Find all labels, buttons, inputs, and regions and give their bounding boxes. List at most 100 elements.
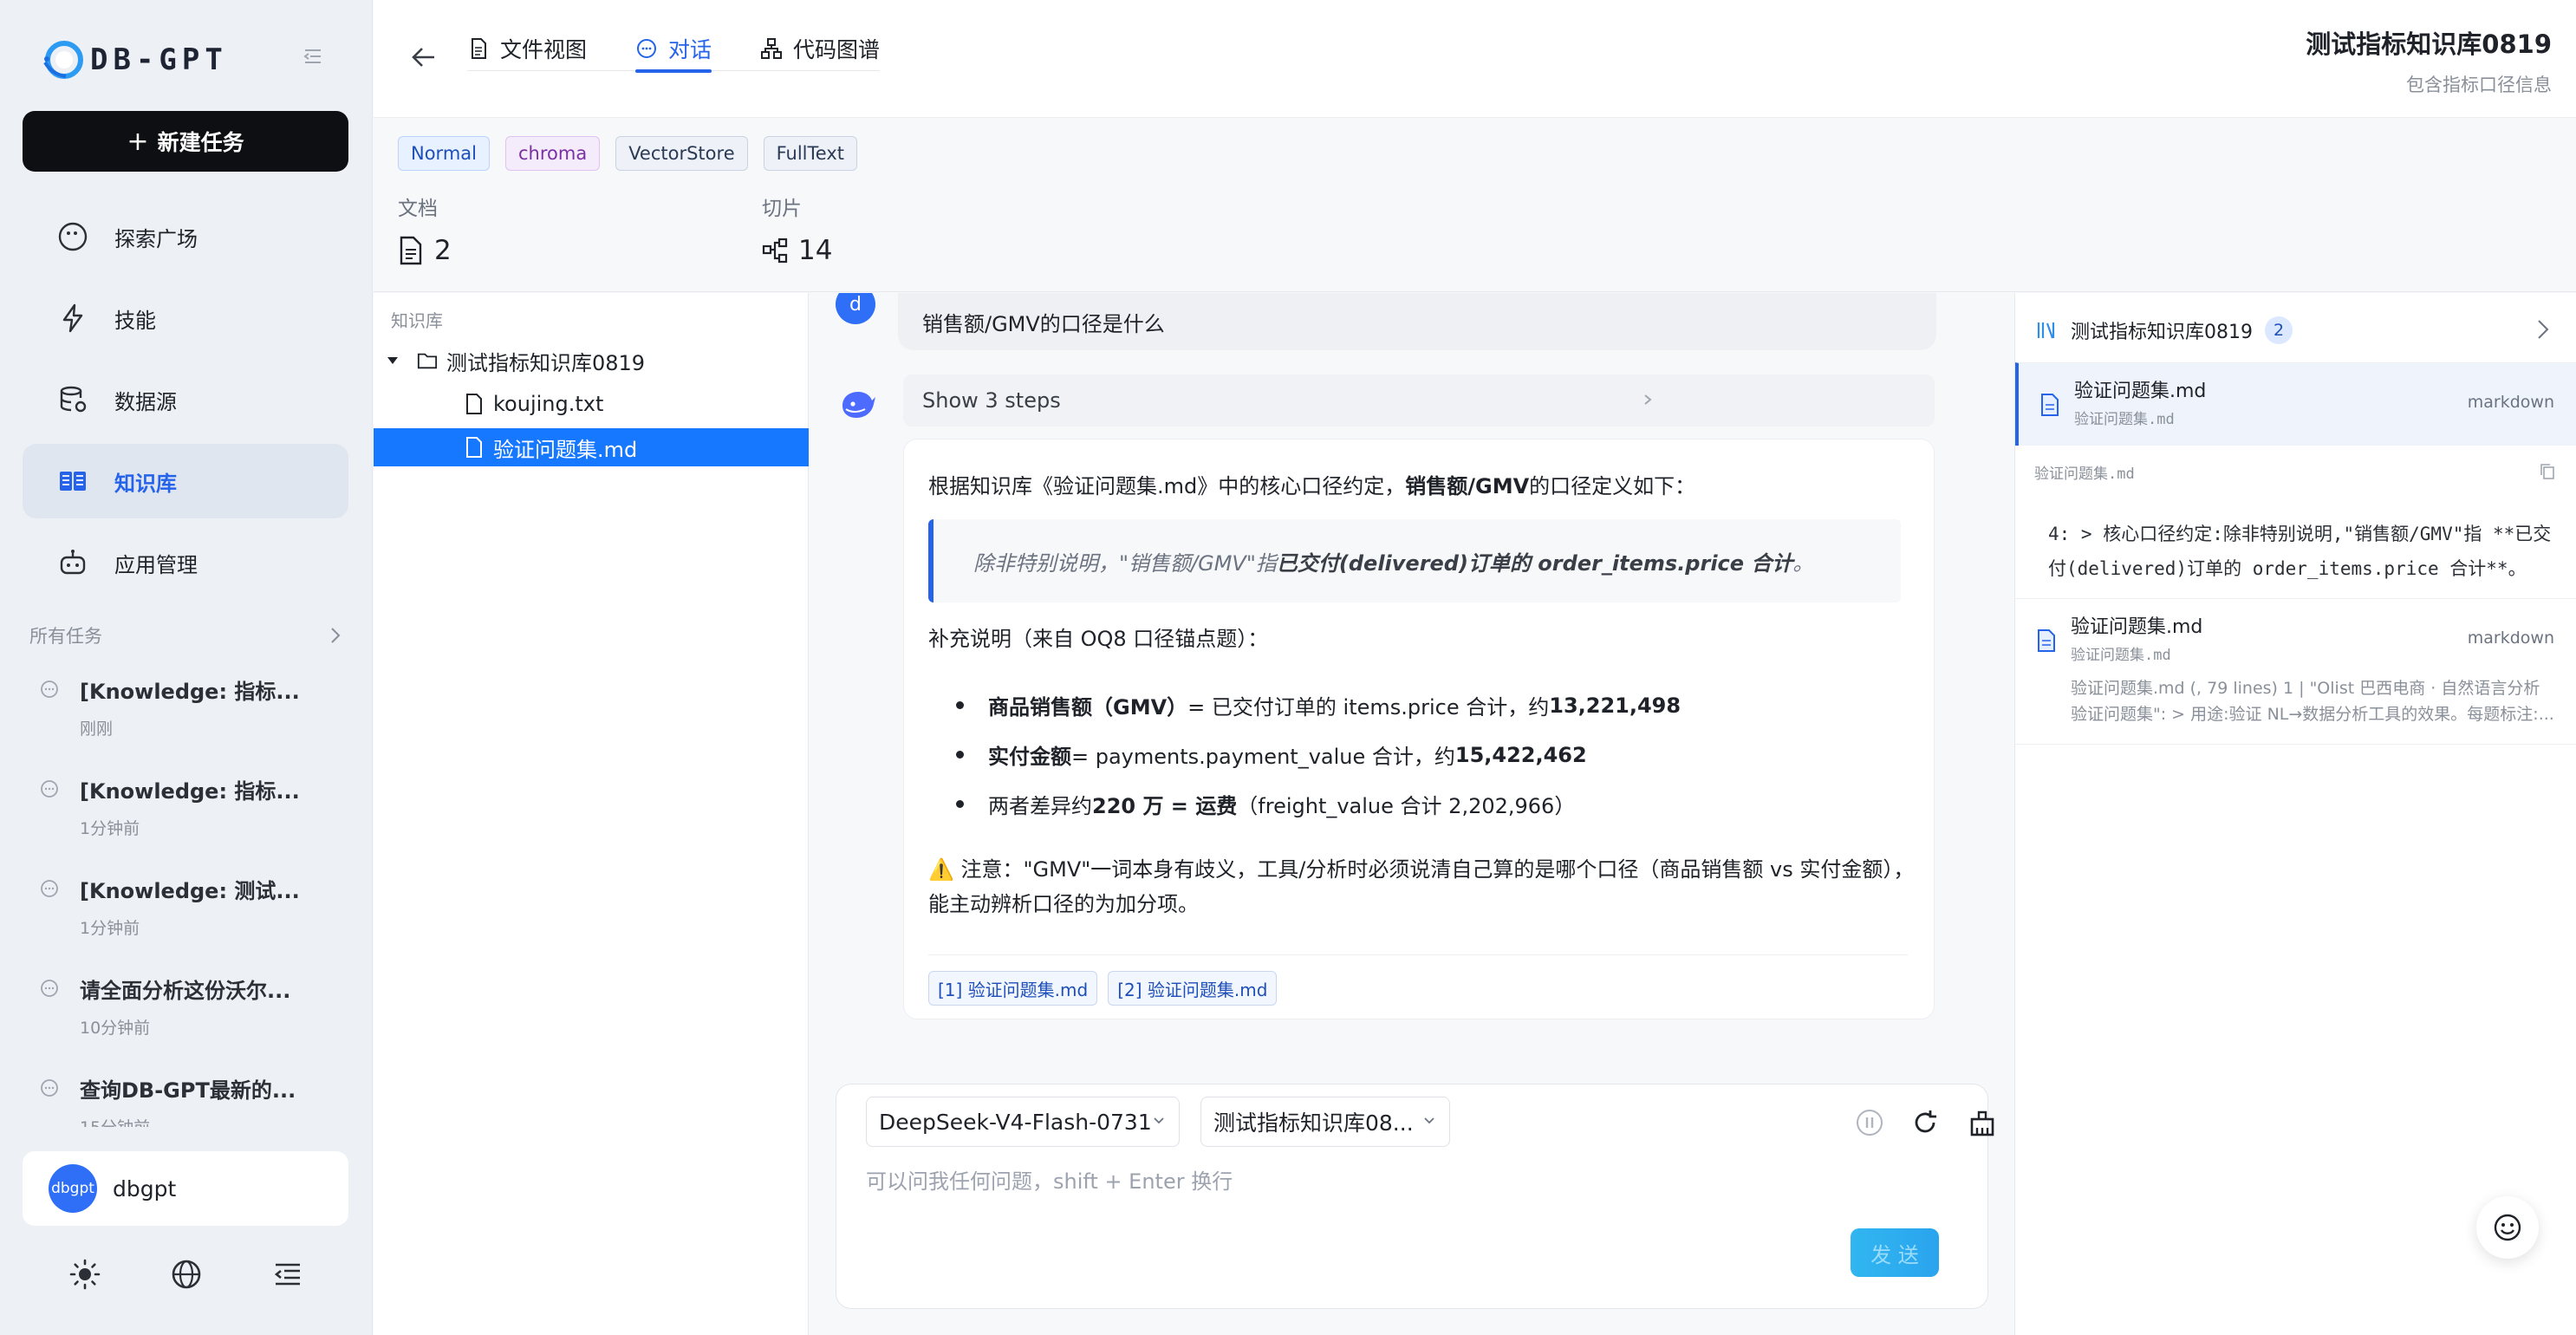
sources-count-badge: 2: [2265, 316, 2293, 344]
tab-label: 文件视图: [500, 37, 588, 62]
reference-link[interactable]: [2] 验证问题集.md: [1108, 971, 1278, 1006]
chunks-stat: 切片 14: [762, 192, 832, 266]
tag-chroma: chroma: [504, 136, 601, 171]
chat-bubble-icon: [41, 780, 58, 798]
book-icon: [60, 472, 86, 491]
view-tabs: 文件视图 对话 代码图谱: [467, 26, 881, 73]
sidebar-item-explore[interactable]: 探索广场: [23, 199, 348, 274]
deepseek-whale-icon: [842, 392, 875, 418]
chat-bubble-icon: [41, 980, 58, 997]
file-icon: [466, 394, 482, 414]
menu-collapse-icon[interactable]: [270, 1257, 305, 1292]
file-name: 验证问题集.md: [493, 437, 638, 462]
chevron-down-icon: [1424, 1117, 1434, 1124]
collapse-sidebar-icon[interactable]: [302, 45, 324, 68]
sidebar-item-knowledge[interactable]: 知识库: [23, 444, 348, 518]
tree-header: 知识库: [391, 310, 443, 331]
document-icon: [400, 236, 422, 265]
tag-normal: Normal: [398, 136, 490, 171]
answer-bullets: 商品销售额（GMV） = 已交付订单的 items.price 合计，约 13,…: [956, 681, 1681, 829]
file-icon: [466, 437, 482, 458]
model-select-value: DeepSeek-V4-Flash-0731: [879, 1109, 1152, 1135]
sidebar-item-skills[interactable]: 技能: [23, 281, 348, 355]
show-steps-toggle[interactable]: Show 3 steps: [903, 374, 1935, 427]
task-item[interactable]: 查询DB-GPT最新的... 15分钟前: [40, 1066, 335, 1127]
knowledge-select[interactable]: 测试指标知识库08...: [1200, 1097, 1450, 1147]
task-title: [Knowledge: 指标...: [80, 680, 300, 704]
app-logo[interactable]: DB-GPT: [40, 36, 228, 83]
answer-quote: 除非特别说明，"销售额/GMV"指 已交付(delivered)订单的 orde…: [928, 519, 1901, 602]
source-sub: 验证问题集.md: [2074, 411, 2175, 428]
sidebar-footer: [0, 1257, 373, 1292]
chevron-right-icon: [1644, 394, 1652, 405]
books-icon: [2037, 322, 2055, 339]
tree-file-selected[interactable]: 验证问题集.md: [374, 428, 809, 466]
clear-broom-icon[interactable]: [1967, 1107, 1998, 1138]
answer-references: [1] 验证问题集.md [2] 验证问题集.md: [928, 954, 1908, 1006]
source-name: 验证问题集.md: [2071, 616, 2203, 638]
compass-icon: [58, 222, 88, 251]
source-name: 验证问题集.md: [2074, 381, 2207, 402]
new-task-label: 新建任务: [157, 130, 244, 155]
chat-input-placeholder[interactable]: 可以问我任何问题，shift + Enter 换行: [866, 1164, 1233, 1195]
chat-bubble-icon: [41, 880, 58, 897]
detail-file-name: 验证问题集.md: [2034, 466, 2135, 483]
task-item[interactable]: [Knowledge: 指标... 1分钟前: [40, 767, 335, 867]
refresh-icon[interactable]: [1909, 1107, 1941, 1138]
model-select[interactable]: DeepSeek-V4-Flash-0731: [866, 1097, 1180, 1147]
tab-label: 对话: [668, 37, 712, 62]
globe-icon[interactable]: [169, 1257, 204, 1292]
caret-down-icon: [387, 357, 398, 364]
chevron-right-icon: [331, 628, 341, 643]
sun-icon[interactable]: [68, 1257, 102, 1292]
chunks-count: 14: [798, 235, 833, 266]
graph-icon: [761, 38, 783, 59]
chat-icon: [637, 39, 657, 58]
steps-label: Show 3 steps: [922, 388, 1061, 413]
page-subtitle: 包含指标口径信息: [2406, 75, 2552, 95]
task-item[interactable]: [Knowledge: 测试... 1分钟前: [40, 867, 335, 967]
tab-code-graph[interactable]: 代码图谱: [760, 26, 880, 71]
task-item[interactable]: [Knowledge: 指标... 刚刚: [40, 668, 335, 767]
user-message: 销售额/GMV的口径是什么: [898, 293, 1936, 350]
logo-text: DB-GPT: [90, 42, 228, 77]
tab-file-view[interactable]: 文件视图: [467, 26, 587, 71]
source-sub: 验证问题集.md: [2071, 647, 2171, 664]
assistant-answer: 根据知识库《验证问题集.md》中的核心口径约定，销售额/GMV的口径定义如下： …: [903, 439, 1935, 1019]
page-title: 测试指标知识库0819: [2306, 29, 2552, 59]
plus-icon: +: [127, 126, 149, 157]
tree-folder[interactable]: 测试指标知识库0819: [374, 342, 809, 380]
sources-header: 测试指标知识库0819 2: [2036, 309, 2565, 352]
sidebar-item-apps[interactable]: 应用管理: [23, 525, 348, 600]
back-arrow-icon[interactable]: [408, 42, 439, 73]
user-card[interactable]: dbgpt dbgpt: [23, 1151, 348, 1226]
source-preview: 验证问题集.md (, 79 lines) 1 | "Olist 巴西电商 · …: [2071, 679, 2554, 724]
tab-chat[interactable]: 对话: [635, 26, 712, 73]
task-title: [Knowledge: 测试...: [80, 879, 300, 903]
tag-vectorstore: VectorStore: [615, 136, 748, 171]
robot-icon: [60, 550, 86, 575]
chevron-right-icon[interactable]: [2536, 317, 2550, 342]
sidebar-item-datasource[interactable]: 数据源: [23, 362, 348, 437]
copy-icon[interactable]: [2540, 463, 2555, 480]
send-button[interactable]: 发 送: [1851, 1228, 1939, 1277]
pause-icon[interactable]: [1854, 1107, 1885, 1138]
tree-file[interactable]: koujing.txt: [374, 385, 809, 423]
task-item[interactable]: 请全面分析这份沃尔... 10分钟前: [40, 967, 335, 1066]
task-time: 15分钟前: [80, 1115, 150, 1127]
chunks-icon: [762, 238, 788, 264]
new-task-button[interactable]: + 新建任务: [23, 111, 348, 172]
tasks-header[interactable]: 所有任务: [29, 622, 342, 648]
file-icon: [472, 38, 486, 59]
detail-content: 4: > 核心口径约定:除非特别说明,"销售额/GMV"指 **已交付(deli…: [2048, 524, 2552, 579]
sidebar-item-label: 知识库: [114, 471, 177, 496]
kb-tags: Normal chroma VectorStore FullText: [398, 136, 873, 171]
reference-link[interactable]: [1] 验证问题集.md: [928, 971, 1098, 1006]
tag-fulltext: FullText: [763, 136, 857, 171]
logo-icon: [43, 41, 83, 79]
source-item-selected[interactable]: 验证问题集.md 验证问题集.md markdown: [2015, 362, 2576, 446]
chunks-label: 切片: [762, 198, 802, 220]
source-item[interactable]: 验证问题集.md 验证问题集.md markdown 验证问题集.md (, 7…: [2015, 598, 2576, 744]
user-avatar: d: [836, 293, 875, 324]
feedback-button[interactable]: [2476, 1196, 2539, 1259]
